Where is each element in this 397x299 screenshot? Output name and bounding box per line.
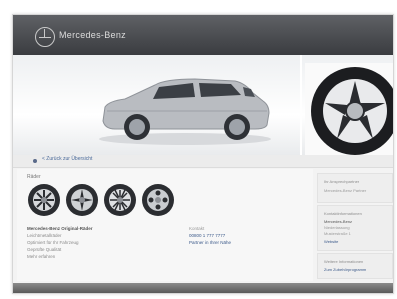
arrow-left-icon — [33, 159, 37, 163]
product-details: Mercedes-Benz Original-Räder Leichtmetal… — [27, 225, 93, 260]
section-title: Räder — [27, 174, 41, 180]
browser-window: Mercedes-Benz < Zurück zur Übersicht Räd… — [12, 14, 394, 294]
sidebar-box-text: Mercedes-Benz Partner — [324, 188, 367, 193]
details-line: Geprüfte Qualität — [27, 247, 62, 252]
suv-car-image — [99, 78, 271, 145]
mercedes-star-icon[interactable] — [35, 27, 55, 47]
contact-label: Kontakt — [189, 226, 205, 231]
sidebar-accessories-link[interactable]: Zum Zubehörprogramm — [324, 267, 366, 273]
wheel-option-1-icon[interactable] — [27, 183, 61, 217]
back-to-overview-link[interactable]: < Zurück zur Übersicht — [42, 156, 92, 162]
top-header-bar: Mercedes-Benz — [13, 15, 393, 55]
details-line: Leichtmetallräder — [27, 233, 62, 238]
wheel-option-3-icon[interactable] — [103, 183, 137, 217]
wheel-closeup-image — [305, 63, 393, 155]
sidebar-line: Musterstraße 1 — [324, 231, 351, 236]
brand-name[interactable]: Mercedes-Benz — [59, 30, 126, 40]
sidebar-box-title: Ihr Ansprechpartner — [324, 179, 360, 184]
breadcrumb: < Zurück zur Übersicht — [13, 155, 393, 168]
details-more-link[interactable]: Mehr erfahren — [27, 253, 93, 260]
sidebar-box-title: Weitere Informationen — [324, 259, 364, 264]
wheel-option-4-icon[interactable] — [141, 183, 175, 217]
sidebar-box-title: Kontaktinformationen — [324, 211, 362, 216]
right-sidebar: Ihr Ansprechpartner Mercedes-Benz Partne… — [317, 169, 393, 281]
sidebar-website-link[interactable]: Website — [324, 239, 338, 245]
hero-banner — [13, 55, 393, 155]
sidebar-box-more: Weitere Informationen Zum Zubehörprogram… — [317, 253, 393, 279]
footer-bar — [13, 283, 393, 293]
details-line: Optimiert für Ihr Fahrzeug — [27, 240, 79, 245]
main-content: Räder Mercedes-Benz Original-Räder Leich… — [17, 169, 313, 281]
contact-info: Kontakt 00800 1 777 7777 Partner in Ihre… — [189, 225, 231, 246]
details-heading: Mercedes-Benz Original-Räder — [27, 226, 93, 231]
sidebar-box-info: Kontaktinformationen Mercedes-Benz Niede… — [317, 205, 393, 251]
hero-divider — [300, 55, 302, 155]
sidebar-box-contact: Ihr Ansprechpartner Mercedes-Benz Partne… — [317, 173, 393, 203]
phone-number[interactable]: 00800 1 777 7777 — [189, 232, 231, 239]
wheel-option-2-icon[interactable] — [65, 183, 99, 217]
dealer-link[interactable]: Partner in Ihrer Nähe — [189, 239, 231, 246]
